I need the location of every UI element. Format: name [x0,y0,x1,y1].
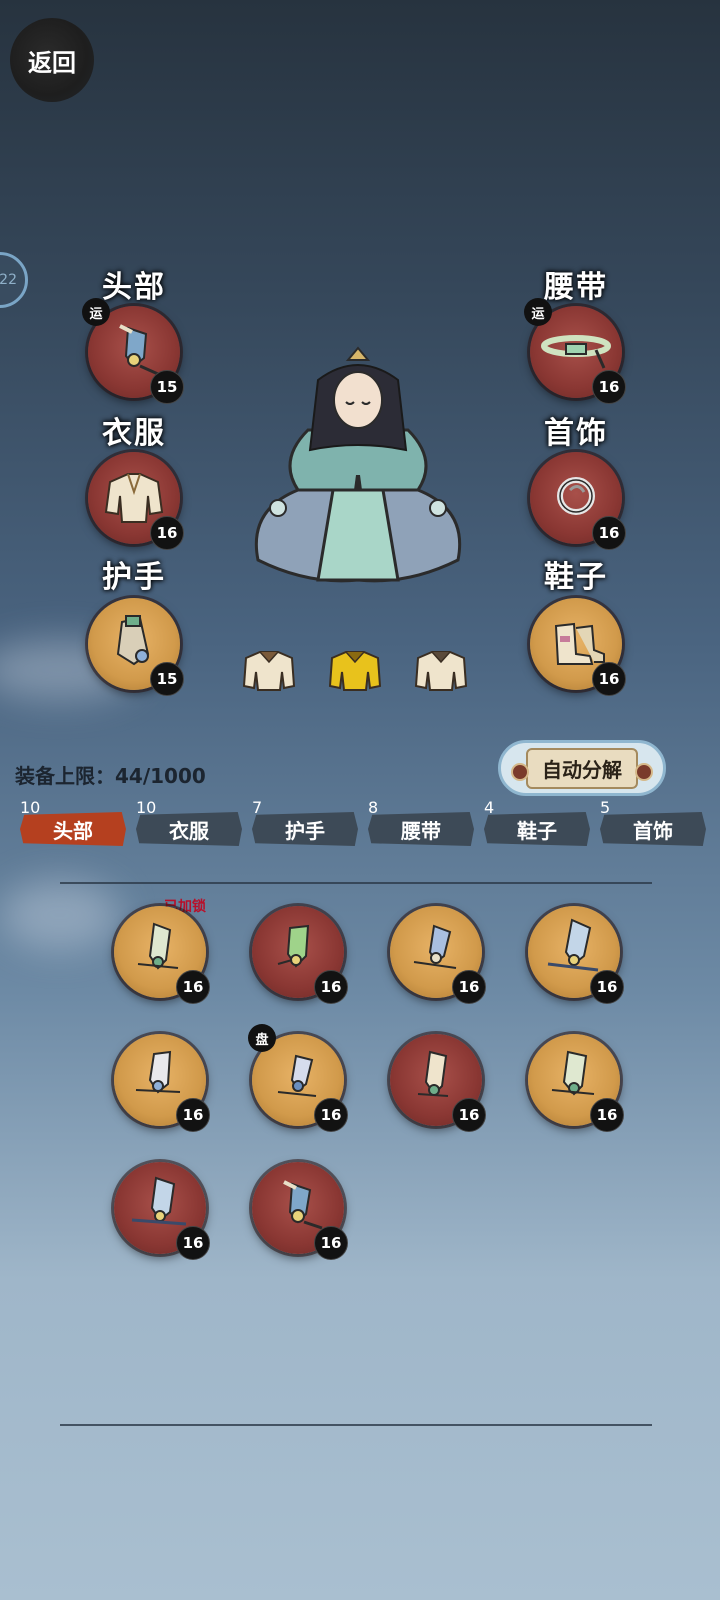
level-badge: 16 [452,970,486,1004]
tab-count: 10 [20,798,41,817]
side-level-badge[interactable]: 22 [0,252,28,308]
inventory-item[interactable]: 16 [528,906,624,1004]
tab-gloves[interactable]: 护手 [252,812,358,846]
gloves-slot[interactable]: 15 [88,598,184,696]
inventory-item[interactable]: 16 [390,1034,486,1132]
tab-belt[interactable]: 腰带 [368,812,474,846]
tab-head[interactable]: 头部 [20,812,126,846]
costume-option-3[interactable] [412,648,470,694]
tab-necklace[interactable]: 首饰 [600,812,706,846]
character-portrait [254,346,462,583]
head-slot[interactable]: 运 15 [82,298,184,404]
grid-top-divider [60,882,652,884]
tab-count: 4 [484,798,495,817]
button-ornament [511,763,529,781]
level-badge: 16 [176,1226,210,1260]
tab-clothes[interactable]: 衣服 [136,812,242,846]
necklace-slot-label: 首饰 [544,416,608,451]
gloves-slot-label: 护手 [102,560,166,595]
level-badge: 16 [592,516,626,550]
inventory-item[interactable]: 16 [114,1162,210,1260]
level-badge: 16 [590,1098,624,1132]
tab-count: 10 [136,798,157,817]
belt-slot-label: 腰带 [544,270,608,305]
grid-bottom-divider [60,1424,652,1426]
tab-count: 7 [252,798,263,817]
inventory-item[interactable]: 16 [252,1162,348,1260]
level-badge: 15 [150,662,184,696]
inventory-item[interactable]: 16 [114,906,210,1004]
necklace-slot[interactable]: 16 [530,452,626,550]
belt-slot[interactable]: 运 16 [524,298,626,404]
tab-count: 8 [368,798,379,817]
level-badge: 16 [592,662,626,696]
tab-count: 5 [600,798,611,817]
cloud-decoration [0,880,120,950]
inventory-item[interactable]: 16 [252,906,348,1004]
level-badge: 16 [176,1098,210,1132]
level-badge: 16 [592,370,626,404]
back-button[interactable]: 返回 [10,18,94,102]
costume-option-1[interactable] [240,648,298,694]
level-badge: 15 [150,370,184,404]
costume-option-2-selected[interactable] [326,648,384,694]
tab-shoes[interactable]: 鞋子 [484,812,590,846]
auto-decompose-button[interactable]: 自动分解 [498,740,666,796]
special-tag: 盘 [248,1024,276,1052]
inventory-item[interactable]: 16 [390,906,486,1004]
level-badge: 16 [452,1098,486,1132]
level-badge: 16 [314,970,348,1004]
head-slot-label: 头部 [102,270,166,305]
level-badge: 16 [176,970,210,1004]
level-badge: 16 [314,1226,348,1260]
shoes-slot[interactable]: 16 [530,598,626,696]
bound-tag: 运 [82,298,110,326]
button-ornament [635,763,653,781]
level-badge: 16 [314,1098,348,1132]
equipment-capacity: 装备上限：44/1000 [15,764,206,788]
level-badge: 16 [590,970,624,1004]
shoes-slot-label: 鞋子 [544,560,608,595]
bound-tag: 运 [524,298,552,326]
level-badge: 16 [150,516,184,550]
clothes-slot[interactable]: 16 [88,452,184,550]
auto-decompose-label: 自动分解 [526,747,638,789]
inventory-item[interactable]: 16 [528,1034,624,1132]
clothes-slot-label: 衣服 [102,416,166,451]
inventory-item[interactable]: 16 [114,1034,210,1132]
